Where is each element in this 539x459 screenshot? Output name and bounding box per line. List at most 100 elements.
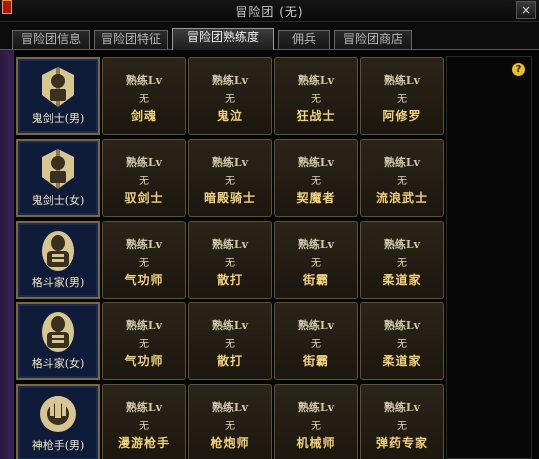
- proficiency-value: 无: [139, 258, 149, 269]
- subclass-name: 鬼泣: [216, 109, 243, 123]
- proficiency-value: 无: [139, 176, 149, 187]
- subclass-card[interactable]: 熟练Lv 无散打: [188, 221, 272, 299]
- class-row: 鬼剑士(女) 熟练Lv 无驭剑士 熟练Lv 无暗殿骑士 熟练Lv 无契魔者 熟练Lv 无流浪武士: [14, 139, 444, 217]
- subclass-card[interactable]: 熟练Lv 无机械师: [274, 384, 358, 459]
- title-bar: 冒险团 (无) ×: [0, 0, 539, 22]
- class-row: 格斗家(男) 熟练Lv 无气功师 熟练Lv 无散打 熟练Lv 无街霸 熟练Lv 无柔道家: [14, 221, 444, 299]
- tab-adventure-shop[interactable]: 冒险团商店: [334, 30, 412, 49]
- subclass-card[interactable]: 熟练Lv 无街霸: [274, 221, 358, 299]
- subclass-card[interactable]: 熟练Lv 无弹药专家: [360, 384, 444, 459]
- proficiency-label: 熟练Lv: [383, 74, 421, 87]
- proficiency-label: 熟练Lv: [297, 238, 335, 251]
- proficiency-label: 熟练Lv: [297, 156, 335, 169]
- proficiency-value: 无: [397, 94, 407, 105]
- subclass-card[interactable]: 熟练Lv 无柔道家: [360, 302, 444, 380]
- character-name: 神枪手(男): [31, 439, 85, 452]
- proficiency-label: 熟练Lv: [125, 74, 163, 87]
- proficiency-value: 无: [311, 176, 321, 187]
- character-name: 鬼剑士(男): [31, 112, 85, 125]
- close-button[interactable]: ×: [516, 1, 536, 19]
- subclass-name: 弹药专家: [375, 436, 428, 450]
- subclass-card[interactable]: 熟练Lv 无狂战士: [274, 57, 358, 135]
- character-card[interactable]: 鬼剑士(女): [16, 139, 100, 217]
- subclass-name: 阿修罗: [382, 109, 422, 123]
- character-name: 格斗家(男): [31, 276, 85, 289]
- subclass-card[interactable]: 熟练Lv 无街霸: [274, 302, 358, 380]
- proficiency-value: 无: [397, 176, 407, 187]
- subclass-name: 枪炮师: [210, 436, 250, 450]
- subclass-name: 气功师: [124, 273, 164, 287]
- subclass-card[interactable]: 熟练Lv 无鬼泣: [188, 57, 272, 135]
- subclass-card[interactable]: 熟练Lv 无漫游枪手: [102, 384, 186, 459]
- proficiency-value: 无: [225, 258, 235, 269]
- subclass-card[interactable]: 熟练Lv 无驭剑士: [102, 139, 186, 217]
- subclass-card[interactable]: 熟练Lv 无剑魂: [102, 57, 186, 135]
- subclass-name: 柔道家: [382, 354, 422, 368]
- subclass-name: 漫游枪手: [117, 436, 170, 450]
- class-row: 鬼剑士(男) 熟练Lv 无剑魂 熟练Lv 无鬼泣 熟练Lv 无狂战士 熟练Lv 无阿修罗: [14, 57, 444, 135]
- proficiency-value: 无: [311, 94, 321, 105]
- proficiency-value: 无: [311, 421, 321, 432]
- proficiency-label: 熟练Lv: [383, 319, 421, 332]
- subclass-name: 剑魂: [130, 109, 157, 123]
- subclass-name: 机械师: [296, 436, 336, 450]
- proficiency-value: 无: [397, 258, 407, 269]
- tab-adventure-proficiency[interactable]: 冒险团熟练度: [172, 28, 274, 50]
- background-strip: [0, 50, 14, 459]
- subclass-card[interactable]: 熟练Lv 无气功师: [102, 302, 186, 380]
- proficiency-value: 无: [225, 176, 235, 187]
- proficiency-label: 熟练Lv: [297, 74, 335, 87]
- proficiency-label: 熟练Lv: [125, 401, 163, 414]
- fighter-icon: [38, 229, 78, 273]
- character-card[interactable]: 神枪手(男): [16, 384, 100, 459]
- help-icon[interactable]: ?: [512, 63, 525, 76]
- proficiency-label: 熟练Lv: [297, 401, 335, 414]
- subclass-card[interactable]: 熟练Lv 无暗殿骑士: [188, 139, 272, 217]
- subclass-name: 暗殿骑士: [203, 191, 256, 205]
- subclass-name: 柔道家: [382, 273, 422, 287]
- proficiency-label: 熟练Lv: [297, 319, 335, 332]
- proficiency-label: 熟练Lv: [211, 238, 249, 251]
- ghost-swordsman-icon: [38, 65, 78, 109]
- subclass-card[interactable]: 熟练Lv 无柔道家: [360, 221, 444, 299]
- tab-mercenary[interactable]: 佣兵: [278, 30, 330, 49]
- proficiency-panel: ? 鬼剑士(男) 熟练Lv 无剑魂 熟练Lv 无鬼泣 熟练Lv 无狂战士 熟练Lv 无阿修罗 鬼…: [0, 50, 539, 459]
- subclass-name: 散打: [216, 273, 243, 287]
- tab-adventure-info[interactable]: 冒险团信息: [12, 30, 90, 49]
- subclass-name: 狂战士: [296, 109, 336, 123]
- subclass-name: 散打: [216, 354, 243, 368]
- character-card[interactable]: 格斗家(女): [16, 302, 100, 380]
- proficiency-value: 无: [139, 94, 149, 105]
- character-name: 格斗家(女): [31, 357, 85, 370]
- subclass-name: 流浪武士: [375, 191, 428, 205]
- subclass-card[interactable]: 熟练Lv 无契魔者: [274, 139, 358, 217]
- proficiency-label: 熟练Lv: [125, 238, 163, 251]
- proficiency-label: 熟练Lv: [211, 319, 249, 332]
- ghost-swordsman-icon: [38, 147, 78, 191]
- proficiency-label: 熟练Lv: [125, 156, 163, 169]
- proficiency-label: 熟练Lv: [211, 74, 249, 87]
- proficiency-value: 无: [225, 339, 235, 350]
- subclass-card[interactable]: 熟练Lv 无枪炮师: [188, 384, 272, 459]
- subclass-name: 气功师: [124, 354, 164, 368]
- proficiency-label: 熟练Lv: [383, 238, 421, 251]
- proficiency-value: 无: [139, 421, 149, 432]
- proficiency-value: 无: [139, 339, 149, 350]
- proficiency-label: 熟练Lv: [383, 156, 421, 169]
- proficiency-value: 无: [225, 421, 235, 432]
- character-card[interactable]: 鬼剑士(男): [16, 57, 100, 135]
- proficiency-value: 无: [311, 258, 321, 269]
- proficiency-label: 熟练Lv: [383, 401, 421, 414]
- class-row: 格斗家(女) 熟练Lv 无气功师 熟练Lv 无散打 熟练Lv 无街霸 熟练Lv 无柔道家: [14, 302, 444, 380]
- subclass-name: 驭剑士: [124, 191, 164, 205]
- tab-adventure-traits[interactable]: 冒险团特征: [94, 30, 168, 49]
- side-panel: [446, 56, 532, 459]
- subclass-card[interactable]: 熟练Lv 无气功师: [102, 221, 186, 299]
- subclass-card[interactable]: 熟练Lv 无流浪武士: [360, 139, 444, 217]
- proficiency-value: 无: [311, 339, 321, 350]
- character-card[interactable]: 格斗家(男): [16, 221, 100, 299]
- proficiency-label: 熟练Lv: [125, 319, 163, 332]
- tab-bar: 冒险团信息 冒险团特征 冒险团熟练度 佣兵 冒险团商店: [0, 22, 539, 50]
- subclass-card[interactable]: 熟练Lv 无阿修罗: [360, 57, 444, 135]
- subclass-card[interactable]: 熟练Lv 无散打: [188, 302, 272, 380]
